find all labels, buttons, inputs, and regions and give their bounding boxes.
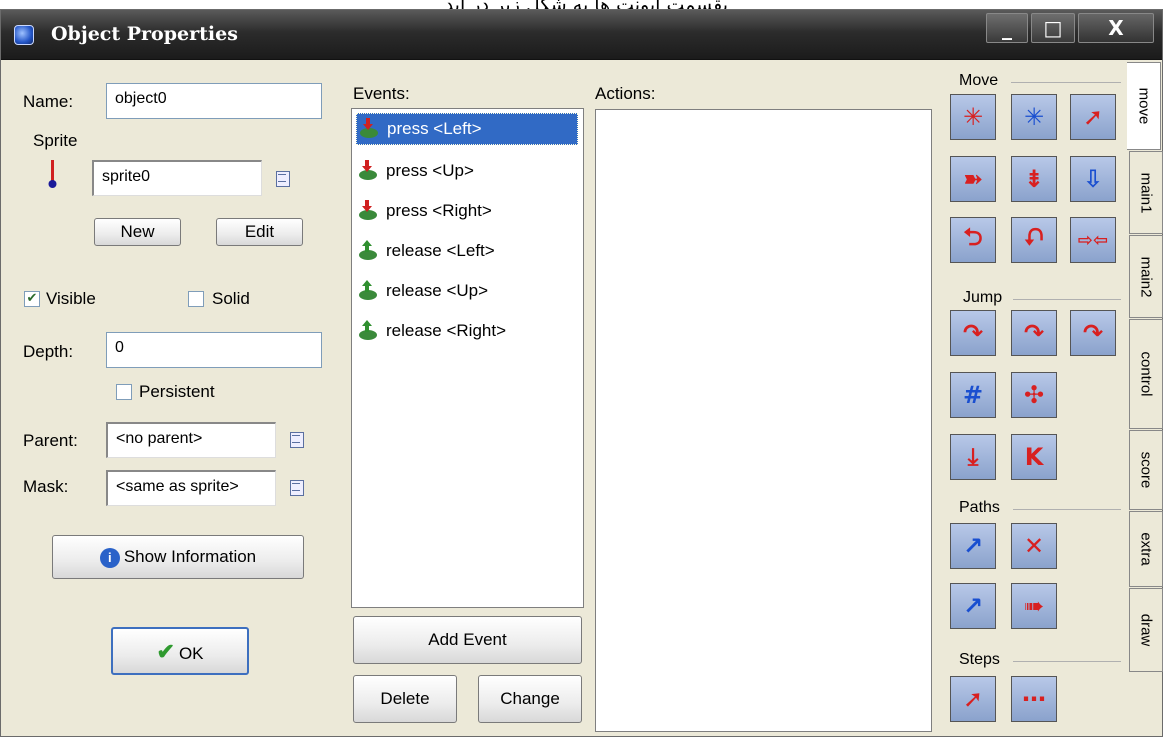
- name-label: Name:: [23, 92, 74, 111]
- tab-draw[interactable]: draw: [1129, 588, 1163, 672]
- close-button[interactable]: X: [1078, 13, 1154, 43]
- move-to-contact-icon[interactable]: ⤓: [950, 434, 996, 480]
- group-divider: [1013, 661, 1121, 662]
- sprite-label: Sprite: [33, 131, 78, 150]
- tab-move[interactable]: move: [1127, 62, 1161, 150]
- event-item[interactable]: release <Right>: [356, 315, 506, 347]
- mask-field[interactable]: <same as sprite>: [106, 470, 276, 506]
- key-release-icon: [356, 240, 380, 262]
- paths-group-label: Paths: [959, 499, 1000, 516]
- persistent-label: Persistent: [139, 382, 215, 401]
- mask-label: Mask:: [23, 477, 69, 496]
- step-avoiding-icon[interactable]: ⋯: [1011, 676, 1057, 722]
- path-position-icon[interactable]: ↗: [950, 583, 996, 629]
- speed-horizontal-icon[interactable]: ➽: [950, 156, 996, 202]
- speed-vertical-icon[interactable]: ⇟: [1011, 156, 1057, 202]
- event-item[interactable]: press <Right>: [356, 195, 492, 227]
- sprite-field[interactable]: sprite0: [92, 160, 262, 196]
- path-speed-icon[interactable]: ➠: [1011, 583, 1057, 629]
- wrap-screen-icon[interactable]: ✣: [1011, 372, 1057, 418]
- minimize-button[interactable]: _: [986, 13, 1028, 43]
- solid-label: Solid: [212, 289, 250, 308]
- jump-to-position-icon[interactable]: ↷: [950, 310, 996, 356]
- reverse-vertical-icon[interactable]: ⮏: [1011, 217, 1057, 263]
- add-event-button[interactable]: Add Event: [353, 616, 582, 664]
- tab-main2[interactable]: main2: [1129, 235, 1163, 318]
- actions-label: Actions:: [595, 84, 656, 103]
- sprite-pin-icon: [48, 160, 57, 188]
- event-item[interactable]: press <Left>: [356, 113, 578, 145]
- set-gravity-icon[interactable]: ⇩: [1070, 156, 1116, 202]
- event-item[interactable]: release <Up>: [356, 275, 488, 307]
- key-release-icon: [356, 320, 380, 342]
- parent-label: Parent:: [23, 431, 78, 450]
- edit-sprite-button[interactable]: Edit: [216, 218, 303, 246]
- jump-to-random-icon[interactable]: ↷: [1070, 310, 1116, 356]
- solid-checkbox[interactable]: [188, 291, 204, 307]
- tab-extra[interactable]: extra: [1129, 511, 1163, 587]
- move-free-icon[interactable]: ✳: [1011, 94, 1057, 140]
- step-towards-icon[interactable]: ➚: [950, 676, 996, 722]
- delete-event-button[interactable]: Delete: [353, 675, 457, 723]
- group-divider: [1013, 509, 1121, 510]
- steps-group-label: Steps: [959, 651, 1000, 668]
- tab-score[interactable]: score: [1129, 430, 1163, 510]
- title-bar[interactable]: Object Properties _ □ X: [1, 10, 1162, 60]
- align-to-grid-icon[interactable]: #: [950, 372, 996, 418]
- object-properties-window: Object Properties _ □ X Name: object0 Sp…: [0, 9, 1163, 737]
- end-path-icon[interactable]: ✕: [1011, 523, 1057, 569]
- parent-field[interactable]: <no parent>: [106, 422, 276, 458]
- visible-label: Visible: [46, 289, 96, 308]
- depth-label: Depth:: [23, 342, 74, 361]
- event-item[interactable]: press <Up>: [356, 155, 474, 187]
- sprite-browse-icon[interactable]: [275, 170, 293, 190]
- group-divider: [1013, 299, 1121, 300]
- key-release-icon: [356, 280, 380, 302]
- event-item[interactable]: release <Left>: [356, 235, 495, 267]
- set-friction-icon[interactable]: ⇨⇦: [1070, 217, 1116, 263]
- jump-to-start-icon[interactable]: ↷: [1011, 310, 1057, 356]
- new-sprite-button[interactable]: New: [94, 218, 181, 246]
- set-path-icon[interactable]: ↗: [950, 523, 996, 569]
- app-icon: [14, 25, 34, 45]
- visible-checkbox[interactable]: ✔: [24, 291, 40, 307]
- ok-button[interactable]: ✔ OK: [111, 627, 249, 675]
- maximize-button[interactable]: □: [1031, 13, 1075, 43]
- events-list[interactable]: press <Left> press <Up> press <Right> re…: [351, 108, 584, 608]
- tab-main1[interactable]: main1: [1129, 151, 1163, 234]
- window-title: Object Properties: [51, 23, 238, 45]
- key-press-icon: [357, 118, 381, 140]
- change-event-button[interactable]: Change: [478, 675, 582, 723]
- reverse-horizontal-icon[interactable]: ⮌: [950, 217, 996, 263]
- group-divider: [1011, 82, 1121, 83]
- depth-field[interactable]: 0: [106, 332, 322, 368]
- tab-control[interactable]: control: [1129, 319, 1163, 429]
- move-fixed-icon[interactable]: ✳: [950, 94, 996, 140]
- mask-browse-icon[interactable]: [289, 479, 307, 499]
- jump-group-label: Jump: [963, 289, 1003, 306]
- key-press-icon: [356, 160, 380, 182]
- info-icon: i: [99, 547, 120, 568]
- persistent-checkbox[interactable]: [116, 384, 132, 400]
- bounce-icon[interactable]: K: [1011, 434, 1057, 480]
- show-information-button[interactable]: i Show Information: [52, 535, 304, 579]
- move-towards-icon[interactable]: ➚: [1070, 94, 1116, 140]
- events-label: Events:: [353, 84, 410, 103]
- key-press-icon: [356, 200, 380, 222]
- move-group-label: Move: [959, 72, 999, 89]
- name-field[interactable]: object0: [106, 83, 322, 119]
- checkmark-icon: ✔: [156, 639, 175, 664]
- parent-browse-icon[interactable]: [289, 431, 307, 451]
- actions-list[interactable]: [595, 109, 932, 732]
